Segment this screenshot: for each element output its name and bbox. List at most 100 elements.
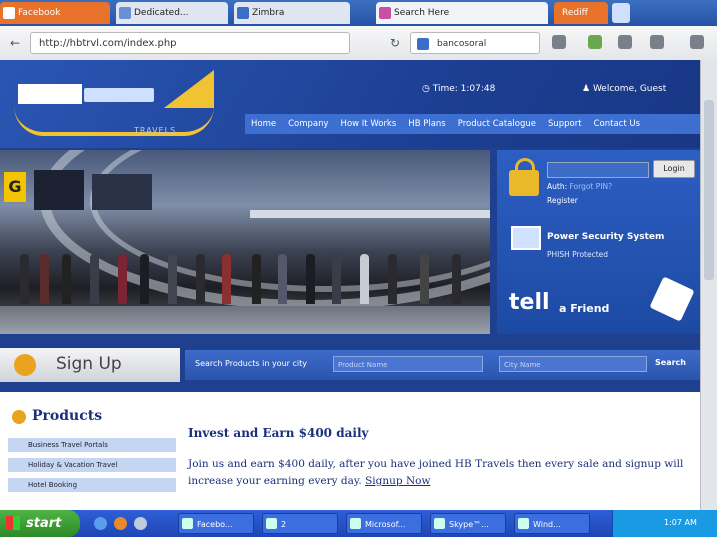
ie-icon[interactable]: [94, 517, 107, 530]
login-input[interactable]: [547, 162, 649, 178]
nav-home[interactable]: Home: [245, 114, 282, 134]
browser-tab-bar: Facebook Dedicated... Zimbra Search Here…: [0, 0, 717, 26]
tab-search[interactable]: Search Here: [376, 2, 548, 24]
tab-zimbra[interactable]: Zimbra: [234, 2, 350, 24]
taskbar-item[interactable]: Facebo...: [178, 513, 254, 534]
tell-a-friend-logo[interactable]: tell: [509, 290, 550, 315]
bookmark-icon[interactable]: [650, 35, 664, 49]
person: [306, 254, 315, 304]
person: [452, 254, 461, 304]
signup-button[interactable]: Sign Up: [0, 348, 180, 382]
taskbar-clock[interactable]: 1:07 AM: [664, 518, 697, 527]
windows-logo-icon: [6, 516, 20, 530]
auth-label: Auth:: [547, 182, 568, 191]
taskbar-item[interactable]: Skype™...: [430, 513, 506, 534]
login-button[interactable]: Login: [653, 160, 695, 178]
tab-label: Facebook: [18, 8, 61, 18]
product-item[interactable]: Holiday & Vacation Travel: [8, 458, 176, 472]
tab-facebook[interactable]: Facebook: [0, 2, 110, 24]
clock-text: Time: 1:07:48: [432, 84, 496, 94]
product-item[interactable]: Hotel Booking: [8, 478, 176, 492]
welcome-text: ♟ Welcome, Guest: [582, 84, 667, 94]
person: [20, 254, 29, 304]
register-link[interactable]: Register: [547, 196, 578, 205]
new-tab-button[interactable]: [612, 3, 630, 23]
lock-icon: [509, 170, 539, 196]
person: [168, 254, 177, 304]
taskbar-item[interactable]: Wind...: [514, 513, 590, 534]
logo-mark: [18, 84, 82, 104]
tab-label: Dedicated...: [134, 8, 189, 18]
nav-support[interactable]: Support: [542, 114, 588, 134]
product-search-bar: Search Products in your city Product Nam…: [185, 350, 700, 380]
person: [332, 254, 341, 304]
navigation-toolbar: ← http://hbtrvl.com/index.php ↻ bancosor…: [0, 26, 717, 61]
terminal-floor: [0, 306, 490, 334]
tell-a-friend-label[interactable]: a Friend: [559, 302, 609, 315]
city-name-input[interactable]: City Name: [499, 356, 647, 372]
forgot-pin-link[interactable]: Forgot PIN?: [570, 182, 613, 191]
auth-row: Auth: Forgot PIN?: [547, 182, 612, 191]
tab-label: Zimbra: [252, 8, 285, 18]
main-nav: Home Company How It Works HB Plans Produ…: [245, 114, 700, 134]
logo-tagline: TRAVELS: [134, 126, 177, 135]
monitor-icon: [511, 226, 541, 250]
search-engine-icon: [379, 7, 391, 19]
search-button[interactable]: Search: [655, 358, 686, 367]
product-item[interactable]: Business Travel Portals: [8, 438, 176, 452]
page-icon: [119, 7, 131, 19]
content-title: Invest and Earn $400 daily: [188, 426, 369, 440]
signup-icon: [14, 354, 36, 376]
tab-rediff[interactable]: Rediff: [554, 2, 608, 24]
person: [40, 254, 49, 304]
address-bar[interactable]: http://hbtrvl.com/index.php: [30, 32, 350, 54]
content-body: Join us and earn $400 daily, after you h…: [188, 456, 688, 490]
app-icon: [182, 518, 193, 529]
tab-dedicated[interactable]: Dedicated...: [116, 2, 228, 24]
nav-how-it-works[interactable]: How It Works: [335, 114, 403, 134]
nav-hb-plans[interactable]: HB Plans: [402, 114, 451, 134]
gate-sign: G: [4, 172, 26, 202]
person: [222, 254, 231, 304]
product-name-input[interactable]: Product Name: [333, 356, 483, 372]
departure-board: [34, 170, 84, 210]
nav-product-catalogue[interactable]: Product Catalogue: [452, 114, 542, 134]
products-title: Products: [32, 408, 103, 424]
walkway: [250, 210, 490, 218]
home-icon[interactable]: [618, 35, 632, 49]
settings-icon[interactable]: [690, 35, 704, 49]
vertical-scrollbar[interactable]: [700, 60, 717, 510]
envelope-icon: [649, 276, 695, 322]
tell-text: tell: [509, 290, 550, 315]
reload-icon[interactable]: ↻: [386, 34, 404, 52]
desktop-icon[interactable]: [134, 517, 147, 530]
taskbar-item[interactable]: Microsof...: [346, 513, 422, 534]
signup-label: Sign Up: [56, 354, 122, 374]
addon-icon[interactable]: [588, 35, 602, 49]
hero-airport-photo: G: [0, 150, 490, 334]
firefox-icon[interactable]: [114, 517, 127, 530]
taskbar-item[interactable]: 2: [262, 513, 338, 534]
plane-wing-icon: [164, 70, 214, 108]
person: [90, 254, 99, 304]
person: [140, 254, 149, 304]
task-label: Wind...: [533, 520, 561, 529]
browser-search-input[interactable]: bancosoral: [410, 32, 540, 54]
site-logo[interactable]: TRAVELS: [14, 70, 224, 142]
search-engine-icon: [417, 38, 429, 50]
download-icon[interactable]: [552, 35, 566, 49]
tab-label: Rediff: [562, 8, 588, 18]
welcome-label: Welcome, Guest: [592, 84, 667, 94]
nav-company[interactable]: Company: [282, 114, 334, 134]
security-title: Power Security System: [547, 232, 665, 242]
back-arrow-icon[interactable]: ←: [6, 34, 24, 52]
person: [252, 254, 261, 304]
nav-contact-us[interactable]: Contact Us: [588, 114, 646, 134]
person: [62, 254, 71, 304]
scrollbar-thumb[interactable]: [704, 100, 714, 280]
search-value: bancosoral: [437, 39, 487, 49]
departure-board: [92, 174, 152, 210]
signup-now-link[interactable]: Signup Now: [365, 475, 430, 487]
start-button[interactable]: start: [0, 510, 80, 537]
person: [388, 254, 397, 304]
